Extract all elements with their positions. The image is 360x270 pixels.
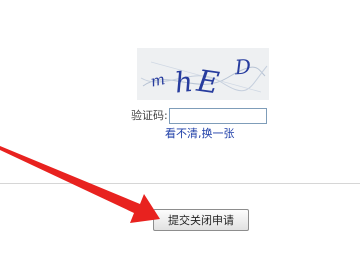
- arrow-shape: [0, 146, 160, 223]
- captcha-image[interactable]: m h E D: [137, 48, 269, 100]
- captcha-label: 验证码:: [131, 109, 168, 122]
- captcha-graphic: m h E D: [137, 48, 269, 100]
- captcha-char-E: E: [194, 64, 222, 100]
- captcha-row: 验证码:: [131, 107, 267, 125]
- refresh-captcha-link[interactable]: 看不清,换一张: [165, 127, 235, 141]
- captcha-char-h: h: [173, 65, 194, 100]
- captcha-input[interactable]: [168, 108, 267, 124]
- captcha-char-D: D: [233, 54, 252, 79]
- submit-close-request-button[interactable]: 提交关闭申请: [153, 209, 249, 231]
- page: m h E D 验证码: 看不清,换一张 提交关闭申请: [0, 0, 360, 270]
- divider: [0, 183, 360, 184]
